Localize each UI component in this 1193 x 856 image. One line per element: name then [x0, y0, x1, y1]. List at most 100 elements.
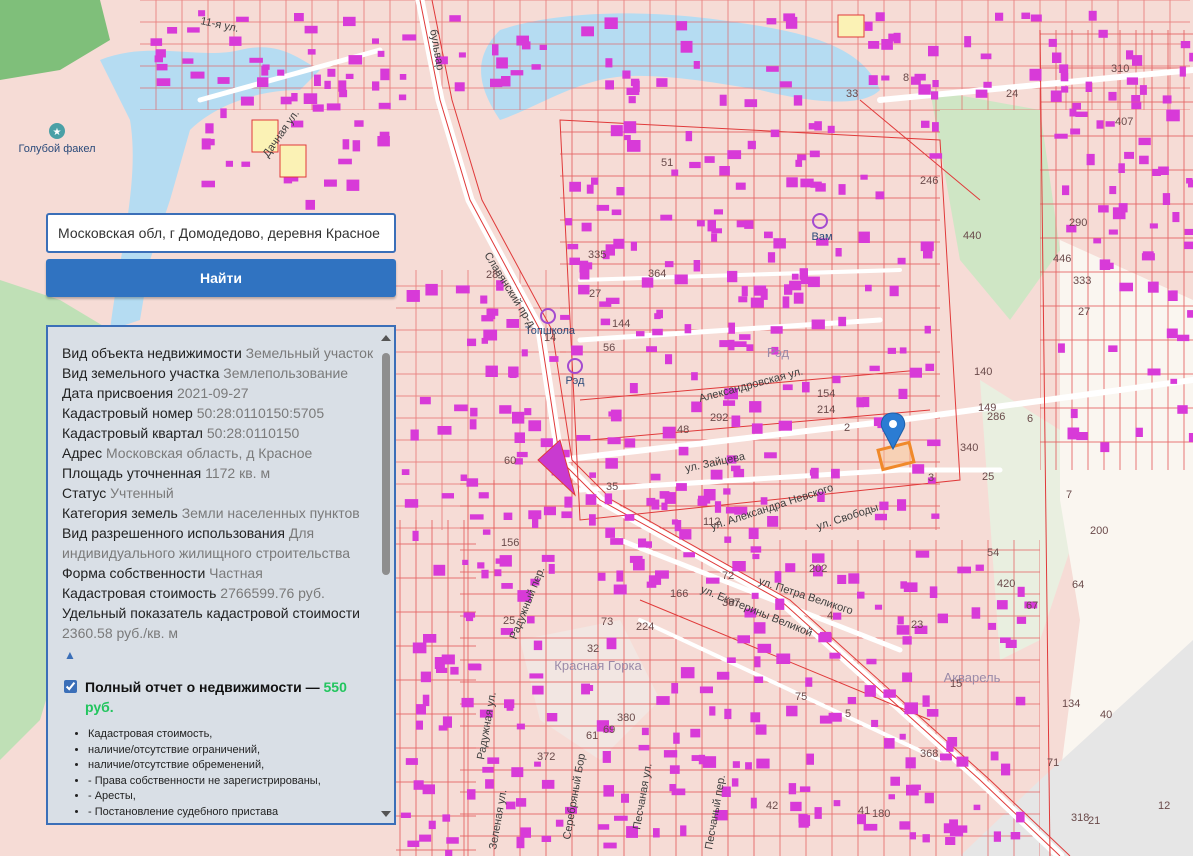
- building: [858, 231, 870, 243]
- building: [865, 284, 872, 292]
- property-attribute-row: Удельный показатель кадастровой стоимост…: [62, 603, 374, 643]
- building: [1138, 137, 1151, 146]
- building: [520, 827, 531, 838]
- building: [983, 81, 992, 88]
- scroll-down-arrow-icon[interactable]: [381, 811, 391, 817]
- building: [589, 514, 596, 526]
- parcel-number: 75: [795, 691, 807, 703]
- building: [338, 158, 352, 165]
- building: [664, 261, 674, 268]
- building: [415, 720, 423, 730]
- scrollbar-thumb[interactable]: [382, 353, 390, 575]
- building: [217, 77, 230, 84]
- building: [549, 356, 559, 362]
- full-report-title[interactable]: Полный отчет о недвижимости — 550 руб.: [85, 677, 374, 717]
- building: [546, 713, 558, 722]
- building: [833, 800, 841, 807]
- building: [543, 506, 556, 516]
- building: [481, 569, 489, 579]
- property-info-panel[interactable]: Вид объекта недвижимости Земельный участ…: [46, 325, 396, 825]
- building: [716, 671, 730, 680]
- building: [585, 494, 597, 505]
- full-report-checkbox[interactable]: [64, 680, 77, 693]
- building: [467, 338, 477, 347]
- building: [466, 478, 479, 487]
- building: [800, 278, 814, 285]
- building: [922, 695, 930, 707]
- building: [425, 283, 438, 296]
- building: [1058, 343, 1065, 353]
- building: [541, 779, 555, 789]
- building: [975, 564, 984, 571]
- building: [693, 260, 701, 272]
- building: [604, 493, 613, 505]
- find-button[interactable]: Найти: [46, 259, 396, 297]
- building: [324, 179, 337, 187]
- parcel-number: 5: [845, 708, 851, 720]
- attribute-value: Учтенный: [110, 485, 174, 501]
- address-search-input[interactable]: [48, 215, 394, 251]
- building: [750, 797, 757, 809]
- building: [541, 835, 552, 842]
- building: [693, 61, 700, 69]
- search-box[interactable]: [46, 213, 396, 253]
- building: [766, 18, 777, 25]
- building: [975, 89, 988, 98]
- building: [1015, 696, 1026, 706]
- building: [831, 468, 840, 479]
- panel-scrollbar[interactable]: [380, 333, 392, 819]
- building: [1088, 10, 1097, 21]
- building: [745, 762, 752, 770]
- building: [909, 832, 916, 840]
- building: [918, 84, 931, 95]
- building: [710, 469, 723, 480]
- building: [808, 123, 815, 130]
- parcel-number: 23: [911, 619, 923, 631]
- building: [1126, 77, 1138, 85]
- building: [445, 849, 453, 856]
- building: [420, 671, 431, 683]
- building: [1102, 262, 1114, 269]
- building: [442, 814, 451, 822]
- parcel-number: 25: [982, 471, 994, 483]
- full-report-label: Полный отчет о недвижимости —: [85, 679, 320, 695]
- building: [291, 93, 298, 102]
- building: [540, 438, 553, 448]
- attribute-label: Форма собственности: [62, 565, 206, 581]
- full-report-option[interactable]: Полный отчет о недвижимости — 550 руб.: [62, 677, 374, 717]
- building: [1069, 108, 1077, 117]
- building: [509, 370, 517, 378]
- building: [909, 367, 922, 378]
- building: [797, 154, 807, 161]
- building: [641, 727, 649, 736]
- building: [691, 372, 698, 381]
- building: [746, 344, 754, 351]
- parcel-number: 372: [537, 751, 555, 763]
- report-feature-item: наличие/отсутствие ограничений,: [88, 743, 374, 759]
- collapse-arrow-icon[interactable]: ▲: [64, 647, 374, 663]
- attribute-value: 1172 кв. м: [205, 465, 271, 481]
- building: [659, 491, 670, 499]
- building: [748, 527, 759, 539]
- parcel-number: 202: [809, 563, 827, 575]
- building: [1119, 282, 1133, 292]
- building: [871, 719, 879, 727]
- attribute-label: Площадь уточненная: [62, 465, 202, 481]
- building: [548, 564, 555, 574]
- scroll-up-arrow-icon[interactable]: [381, 335, 391, 341]
- building: [229, 36, 242, 46]
- building: [1135, 427, 1143, 437]
- building: [793, 292, 804, 304]
- building: [460, 474, 468, 481]
- building: [1005, 639, 1017, 648]
- building: [606, 637, 617, 650]
- building: [294, 13, 304, 22]
- building: [690, 728, 701, 738]
- parcel-number: 214: [817, 404, 835, 416]
- building: [305, 199, 315, 210]
- parcel-number: 72: [722, 570, 734, 582]
- building: [820, 631, 832, 641]
- building: [638, 744, 650, 751]
- building: [377, 50, 385, 57]
- building: [932, 80, 939, 88]
